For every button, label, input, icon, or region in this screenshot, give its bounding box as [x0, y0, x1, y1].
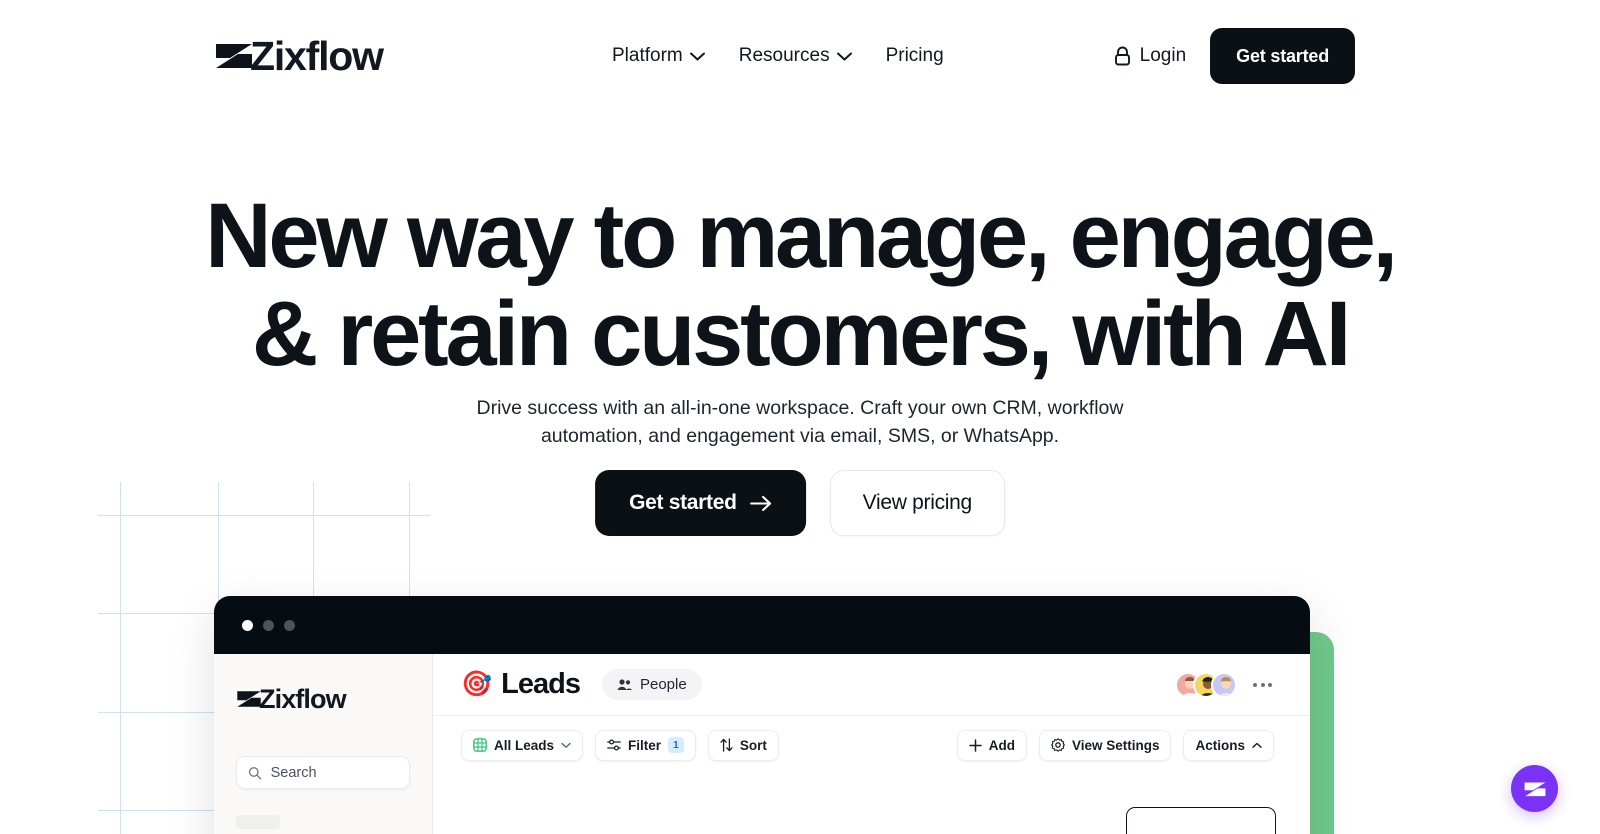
- people-badge-label: People: [639, 676, 687, 693]
- actions-dropdown-panel[interactable]: [1126, 807, 1276, 834]
- hero-get-started-label: Get started: [629, 491, 737, 514]
- add-button[interactable]: Add: [956, 729, 1027, 761]
- header-get-started-button[interactable]: Get started: [1210, 28, 1355, 84]
- hero-subtitle: Drive success with an all-in-one workspa…: [430, 394, 1170, 450]
- grid-icon: [473, 738, 487, 752]
- chat-widget-button[interactable]: [1511, 765, 1558, 812]
- lock-icon: [1114, 46, 1130, 66]
- all-leads-label: All Leads: [494, 737, 555, 753]
- actions-button[interactable]: Actions: [1183, 729, 1274, 761]
- chevron-down-icon: [561, 742, 571, 748]
- add-label: Add: [988, 737, 1015, 753]
- target-dart-icon: 🎯: [461, 670, 493, 698]
- gear-icon: [1051, 738, 1065, 752]
- nav-item-label: Pricing: [885, 45, 944, 66]
- sort-button[interactable]: Sort: [707, 729, 779, 761]
- chevron-down-icon: [689, 52, 705, 60]
- app-sidebar-item-placeholder[interactable]: [236, 815, 280, 829]
- header-actions: Login Get started: [1114, 28, 1355, 84]
- search-icon: [248, 766, 262, 780]
- site-header: Zixflow Platform Resources Pricing Login…: [0, 0, 1600, 112]
- sort-arrows-icon: [720, 738, 733, 752]
- app-main-header: 🎯 Leads People: [433, 654, 1310, 716]
- nav-item-label: Platform: [612, 45, 683, 66]
- kebab-menu-icon[interactable]: [1251, 677, 1274, 693]
- app-sidebar: Zixflow: [214, 654, 433, 834]
- headline-line-2: & retain customers, with AI: [251, 283, 1351, 385]
- toolbar-right-group: Add View Settings Actions: [956, 729, 1274, 761]
- subtitle-line-2: and engagement via email, SMS, or WhatsA…: [648, 425, 1060, 447]
- main-nav: Platform Resources Pricing: [612, 41, 944, 71]
- sort-label: Sort: [739, 737, 767, 753]
- login-button[interactable]: Login: [1114, 45, 1187, 67]
- nav-item-pricing[interactable]: Pricing: [886, 41, 944, 71]
- chevron-up-icon: [1252, 742, 1262, 748]
- filter-label: Filter: [628, 737, 662, 753]
- window-dot-1[interactable]: [242, 619, 253, 631]
- window-titlebar: [214, 596, 1310, 654]
- actions-label: Actions: [1195, 737, 1245, 753]
- app-search-box[interactable]: [236, 756, 410, 789]
- filter-sliders-icon: [607, 739, 621, 751]
- filter-button[interactable]: Filter 1: [595, 729, 696, 761]
- zixflow-logo-icon: [1524, 782, 1545, 796]
- avatar-image: [1213, 673, 1235, 696]
- app-preview-window: Zixflow 🎯 Leads: [214, 596, 1310, 834]
- plus-icon: [968, 738, 982, 752]
- headline-line-1: New way to manage, engage,: [205, 185, 1398, 287]
- view-settings-button[interactable]: View Settings: [1038, 729, 1172, 761]
- people-icon: [617, 679, 632, 690]
- zixflow-logo-icon: [216, 44, 252, 68]
- app-sidebar-logo[interactable]: Zixflow: [236, 682, 410, 716]
- landing-page: Zixflow Platform Resources Pricing Login…: [0, 0, 1600, 834]
- nav-item-resources[interactable]: Resources: [739, 41, 852, 71]
- filter-count-badge: 1: [668, 736, 684, 754]
- page-title: New way to manage, engage, & retain cust…: [0, 190, 1600, 380]
- all-leads-button[interactable]: All Leads: [461, 729, 584, 761]
- app-sidebar-logo-text: Zixflow: [259, 683, 347, 714]
- app-toolbar: All Leads Filter 1 Sort Add View Setting…: [433, 716, 1310, 774]
- login-label: Login: [1139, 45, 1187, 66]
- brand-logo-text: Zixflow: [250, 32, 384, 79]
- chevron-down-icon: [836, 52, 852, 60]
- app-search-input[interactable]: [270, 764, 398, 781]
- nav-item-platform[interactable]: Platform: [612, 41, 705, 71]
- hero-cta-row: Get started View pricing: [595, 470, 1005, 536]
- view-settings-label: View Settings: [1071, 737, 1160, 753]
- toolbar-left-group: All Leads Filter 1 Sort: [461, 729, 779, 761]
- window-dot-3[interactable]: [284, 619, 295, 631]
- arrow-right-icon: [749, 495, 771, 511]
- people-badge[interactable]: People: [601, 669, 702, 700]
- avatar[interactable]: [1211, 671, 1237, 698]
- hero-view-pricing-button[interactable]: View pricing: [829, 470, 1005, 536]
- window-dot-2[interactable]: [263, 619, 274, 631]
- hero-get-started-button[interactable]: Get started: [595, 470, 806, 536]
- brand-logo[interactable]: Zixflow: [214, 32, 384, 79]
- nav-item-label: Resources: [738, 45, 830, 66]
- avatar-group: [1175, 671, 1237, 698]
- app-header-right: [1175, 671, 1274, 698]
- app-page-title: Leads: [501, 668, 581, 700]
